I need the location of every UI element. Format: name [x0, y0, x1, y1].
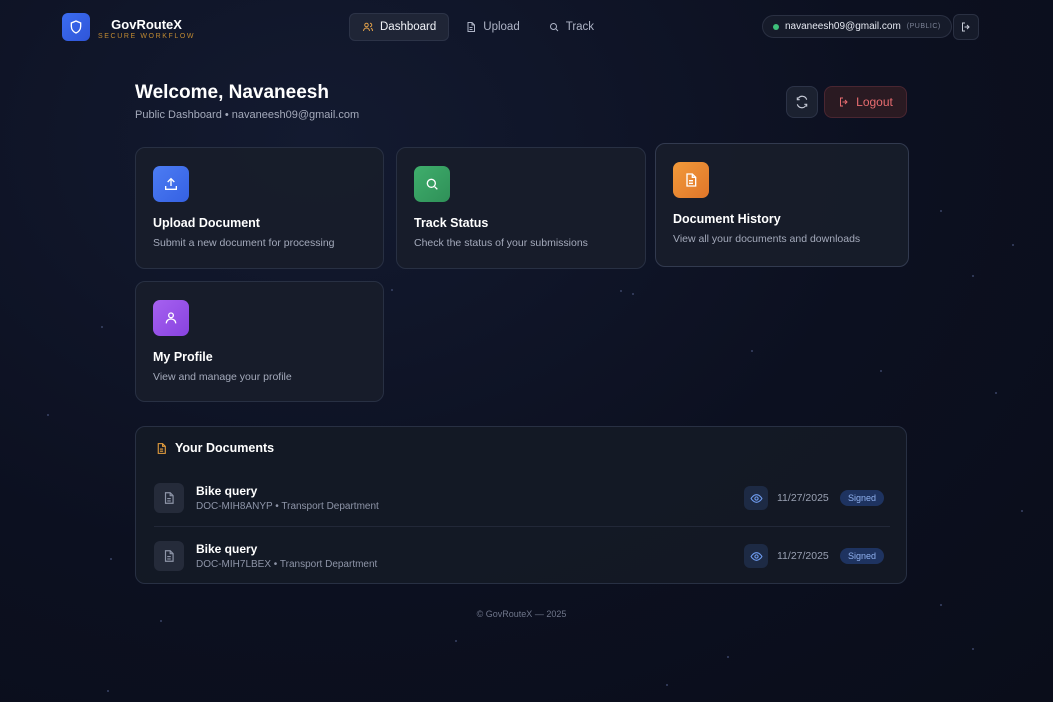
card-my-profile[interactable]: My Profile View and manage your profile [135, 281, 384, 402]
documents-panel: Your Documents Bike query DOC-MIH8ANYP •… [135, 426, 907, 584]
logout-button[interactable]: Logout [824, 86, 907, 118]
card-description: View and manage your profile [153, 371, 292, 383]
card-upload-document[interactable]: Upload Document Submit a new document fo… [135, 147, 384, 269]
document-icon [157, 442, 166, 454]
document-meta: DOC-MIH7LBEX • Transport Department [196, 559, 378, 570]
tab-track-label: Track [565, 21, 595, 33]
brand[interactable]: GovRouteX SECURE WORKFLOW [62, 13, 195, 41]
file-icon [467, 22, 476, 32]
documents-title-label: Your Documents [175, 441, 275, 455]
eye-icon [749, 551, 763, 561]
card-title: Upload Document [153, 216, 260, 230]
view-document-button[interactable] [744, 544, 768, 568]
document-name: Bike query [196, 484, 258, 498]
tab-upload-label: Upload [483, 21, 520, 33]
brand-tagline: SECURE WORKFLOW [98, 32, 196, 40]
logout-icon [962, 22, 970, 32]
card-title: My Profile [153, 350, 213, 364]
refresh-button[interactable] [786, 86, 818, 118]
top-navigation: GovRouteX SECURE WORKFLOW Dashboard Uplo… [0, 0, 1053, 54]
status-badge: Signed [840, 548, 885, 564]
card-description: View all your documents and downloads [673, 233, 861, 245]
card-title: Track Status [414, 216, 489, 230]
card-title: Document History [673, 212, 781, 226]
tab-dashboard-label: Dashboard [380, 21, 437, 33]
card-document-history[interactable]: Document History View all your documents… [655, 143, 909, 267]
footer: © GovRouteX — 2025 [476, 609, 567, 619]
eye-icon [749, 493, 763, 503]
logout-label: Logout [856, 95, 893, 109]
online-status-dot [773, 23, 779, 30]
user-email: navaneesh09@gmail.com [785, 21, 901, 32]
shield-icon [62, 13, 90, 41]
documents-title: Your Documents [155, 441, 274, 455]
document-name: Bike query [196, 542, 258, 556]
card-description: Submit a new document for processing [153, 237, 335, 249]
document-date: 11/27/2025 [777, 492, 829, 504]
card-track-status[interactable]: Track Status Check the status of your su… [396, 147, 646, 269]
page-title: Welcome, Navaneesh [135, 82, 329, 103]
user-account-pill[interactable]: navaneesh09@gmail.com (PUBLIC) [762, 15, 952, 38]
document-row[interactable]: Bike query DOC-MIH8ANYP • Transport Depa… [154, 477, 890, 519]
tab-dashboard[interactable]: Dashboard [349, 13, 450, 41]
nav-logout-button[interactable] [953, 14, 979, 40]
file-icon [154, 483, 184, 513]
search-icon [549, 23, 559, 32]
view-document-button[interactable] [744, 486, 768, 510]
document-row[interactable]: Bike query DOC-MIH7LBEX • Transport Depa… [154, 535, 890, 577]
row-divider [154, 526, 890, 527]
brand-name: GovRouteX [111, 16, 182, 32]
status-badge: Signed [840, 490, 885, 506]
document-date: 11/27/2025 [777, 550, 829, 562]
refresh-icon [796, 95, 808, 109]
document-meta: DOC-MIH8ANYP • Transport Department [196, 501, 379, 512]
tab-upload[interactable]: Upload [453, 13, 531, 41]
search-icon [414, 166, 450, 202]
card-description: Check the status of your submissions [414, 237, 588, 249]
nav-tabs: Dashboard Upload Track [349, 13, 606, 41]
page-subtitle: Public Dashboard • navaneesh09@gmail.com [135, 109, 360, 121]
user-role: (PUBLIC) [906, 23, 941, 30]
users-icon [363, 22, 373, 32]
user-icon [153, 300, 189, 336]
document-icon [673, 162, 709, 198]
upload-icon [153, 166, 189, 202]
logout-icon [840, 97, 848, 107]
file-icon [154, 541, 184, 571]
tab-track[interactable]: Track [536, 13, 606, 41]
